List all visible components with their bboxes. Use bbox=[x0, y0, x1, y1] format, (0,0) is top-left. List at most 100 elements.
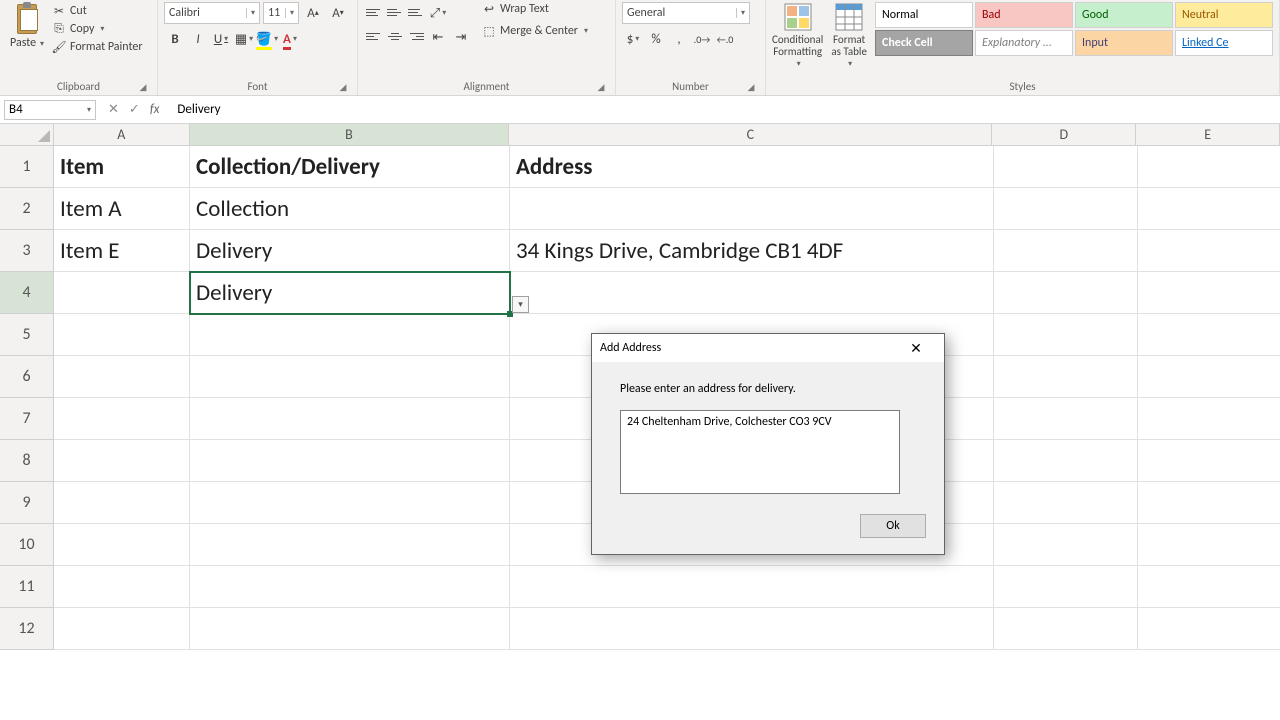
name-box[interactable]: B4▾ bbox=[4, 100, 96, 120]
dialog-titlebar[interactable]: Add Address ✕ bbox=[592, 334, 944, 362]
style-chip[interactable]: Linked Ce bbox=[1175, 30, 1273, 56]
cell-A6[interactable] bbox=[54, 356, 190, 398]
dialog-launcher-icon[interactable]: ◢ bbox=[595, 81, 607, 93]
formula-input[interactable]: Delivery bbox=[171, 102, 1280, 117]
paste-button[interactable]: Paste ▾ bbox=[6, 2, 48, 50]
decrease-decimal-button[interactable]: ←.0 bbox=[714, 28, 736, 50]
cell-C11[interactable] bbox=[510, 566, 994, 608]
dialog-close-button[interactable]: ✕ bbox=[896, 334, 936, 362]
fill-color-button[interactable]: 🪣▾ bbox=[256, 28, 278, 50]
cell-B8[interactable] bbox=[190, 440, 510, 482]
increase-decimal-button[interactable]: .0→ bbox=[691, 28, 713, 50]
style-chip[interactable]: Good bbox=[1075, 2, 1173, 28]
row-header-3[interactable]: 3 bbox=[0, 230, 54, 272]
font-name-select[interactable]: Calibri▾ bbox=[164, 2, 260, 24]
cell-A5[interactable] bbox=[54, 314, 190, 356]
row-header-2[interactable]: 2 bbox=[0, 188, 54, 230]
cell-D7[interactable] bbox=[994, 398, 1138, 440]
column-header-B[interactable]: B bbox=[190, 124, 510, 145]
row-header-6[interactable]: 6 bbox=[0, 356, 54, 398]
number-format-select[interactable]: General▾ bbox=[622, 2, 750, 24]
row-header-11[interactable]: 11 bbox=[0, 566, 54, 608]
cell-D4[interactable] bbox=[994, 272, 1138, 314]
font-size-select[interactable]: 11▾ bbox=[263, 2, 299, 24]
cell-B10[interactable] bbox=[190, 524, 510, 566]
borders-button[interactable]: ▦▾ bbox=[233, 28, 255, 50]
format-as-table-button[interactable]: Format as Table▾ bbox=[827, 2, 871, 69]
cell-A9[interactable] bbox=[54, 482, 190, 524]
cell-E7[interactable] bbox=[1138, 398, 1280, 440]
conditional-formatting-button[interactable]: Conditional Formatting▾ bbox=[772, 2, 823, 69]
cell-E11[interactable] bbox=[1138, 566, 1280, 608]
cell-E1[interactable] bbox=[1138, 146, 1280, 188]
cell-A2[interactable]: Item A bbox=[54, 188, 190, 230]
cell-A7[interactable] bbox=[54, 398, 190, 440]
cell-E9[interactable] bbox=[1138, 482, 1280, 524]
row-header-9[interactable]: 9 bbox=[0, 482, 54, 524]
cell-B7[interactable] bbox=[190, 398, 510, 440]
cell-styles-gallery[interactable]: NormalBadGoodNeutralCheck CellExplanator… bbox=[875, 2, 1273, 56]
row-header-7[interactable]: 7 bbox=[0, 398, 54, 440]
grow-font-button[interactable]: A▴ bbox=[302, 2, 324, 24]
column-header-E[interactable]: E bbox=[1136, 124, 1280, 145]
cut-button[interactable]: ✂ Cut bbox=[52, 4, 143, 18]
cell-B3[interactable]: Delivery bbox=[190, 230, 510, 272]
accounting-format-button[interactable]: $▾ bbox=[622, 28, 644, 50]
align-right-button[interactable] bbox=[406, 26, 426, 46]
bold-button[interactable]: B bbox=[164, 28, 186, 50]
comma-format-button[interactable]: , bbox=[668, 28, 690, 50]
cell-A11[interactable] bbox=[54, 566, 190, 608]
cell-A10[interactable] bbox=[54, 524, 190, 566]
cell-D11[interactable] bbox=[994, 566, 1138, 608]
align-top-button[interactable] bbox=[364, 2, 384, 22]
cell-C3[interactable]: 34 Kings Drive, Cambridge CB1 4DF bbox=[510, 230, 994, 272]
format-painter-button[interactable]: 🖌 Format Painter bbox=[52, 40, 143, 54]
style-chip[interactable]: Input bbox=[1075, 30, 1173, 56]
cell-D8[interactable] bbox=[994, 440, 1138, 482]
merge-center-button[interactable]: ⬚ Merge & Center ▾ bbox=[482, 24, 588, 38]
increase-indent-button[interactable]: ⇥ bbox=[450, 26, 472, 48]
cell-E5[interactable] bbox=[1138, 314, 1280, 356]
dialog-launcher-icon[interactable]: ◢ bbox=[337, 81, 349, 93]
cell-A8[interactable] bbox=[54, 440, 190, 482]
align-left-button[interactable] bbox=[364, 26, 384, 46]
insert-function-icon[interactable]: fx bbox=[150, 102, 160, 117]
cell-D6[interactable] bbox=[994, 356, 1138, 398]
copy-button[interactable]: ⎘ Copy ▾ bbox=[52, 22, 143, 36]
cell-D10[interactable] bbox=[994, 524, 1138, 566]
cell-B2[interactable]: Collection bbox=[190, 188, 510, 230]
dialog-launcher-icon[interactable]: ◢ bbox=[745, 81, 757, 93]
align-middle-button[interactable] bbox=[385, 2, 405, 22]
align-center-button[interactable] bbox=[385, 26, 405, 46]
wrap-text-button[interactable]: ↩ Wrap Text bbox=[482, 2, 588, 16]
cell-B6[interactable] bbox=[190, 356, 510, 398]
column-header-C[interactable]: C bbox=[509, 124, 992, 145]
row-header-12[interactable]: 12 bbox=[0, 608, 54, 650]
cell-A4[interactable] bbox=[54, 272, 190, 314]
cell-D12[interactable] bbox=[994, 608, 1138, 650]
row-header-4[interactable]: 4 bbox=[0, 272, 54, 314]
cell-D1[interactable] bbox=[994, 146, 1138, 188]
orientation-button[interactable]: ⤢▾ bbox=[427, 2, 449, 24]
row-header-5[interactable]: 5 bbox=[0, 314, 54, 356]
align-bottom-button[interactable] bbox=[406, 2, 426, 22]
cell-E2[interactable] bbox=[1138, 188, 1280, 230]
cell-D3[interactable] bbox=[994, 230, 1138, 272]
cell-A12[interactable] bbox=[54, 608, 190, 650]
cell-C12[interactable] bbox=[510, 608, 994, 650]
cell-D9[interactable] bbox=[994, 482, 1138, 524]
cell-B12[interactable] bbox=[190, 608, 510, 650]
cell-B11[interactable] bbox=[190, 566, 510, 608]
cell-C4[interactable] bbox=[510, 272, 994, 314]
style-chip[interactable]: Neutral bbox=[1175, 2, 1273, 28]
dialog-launcher-icon[interactable]: ◢ bbox=[137, 81, 149, 93]
cell-A3[interactable]: Item E bbox=[54, 230, 190, 272]
address-input[interactable] bbox=[620, 410, 900, 494]
cell-C2[interactable] bbox=[510, 188, 994, 230]
confirm-edit-icon[interactable]: ✓ bbox=[129, 102, 140, 117]
cell-B5[interactable] bbox=[190, 314, 510, 356]
cancel-edit-icon[interactable]: ✕ bbox=[108, 102, 119, 117]
style-chip[interactable]: Normal bbox=[875, 2, 973, 28]
cell-E10[interactable] bbox=[1138, 524, 1280, 566]
column-header-D[interactable]: D bbox=[992, 124, 1136, 145]
